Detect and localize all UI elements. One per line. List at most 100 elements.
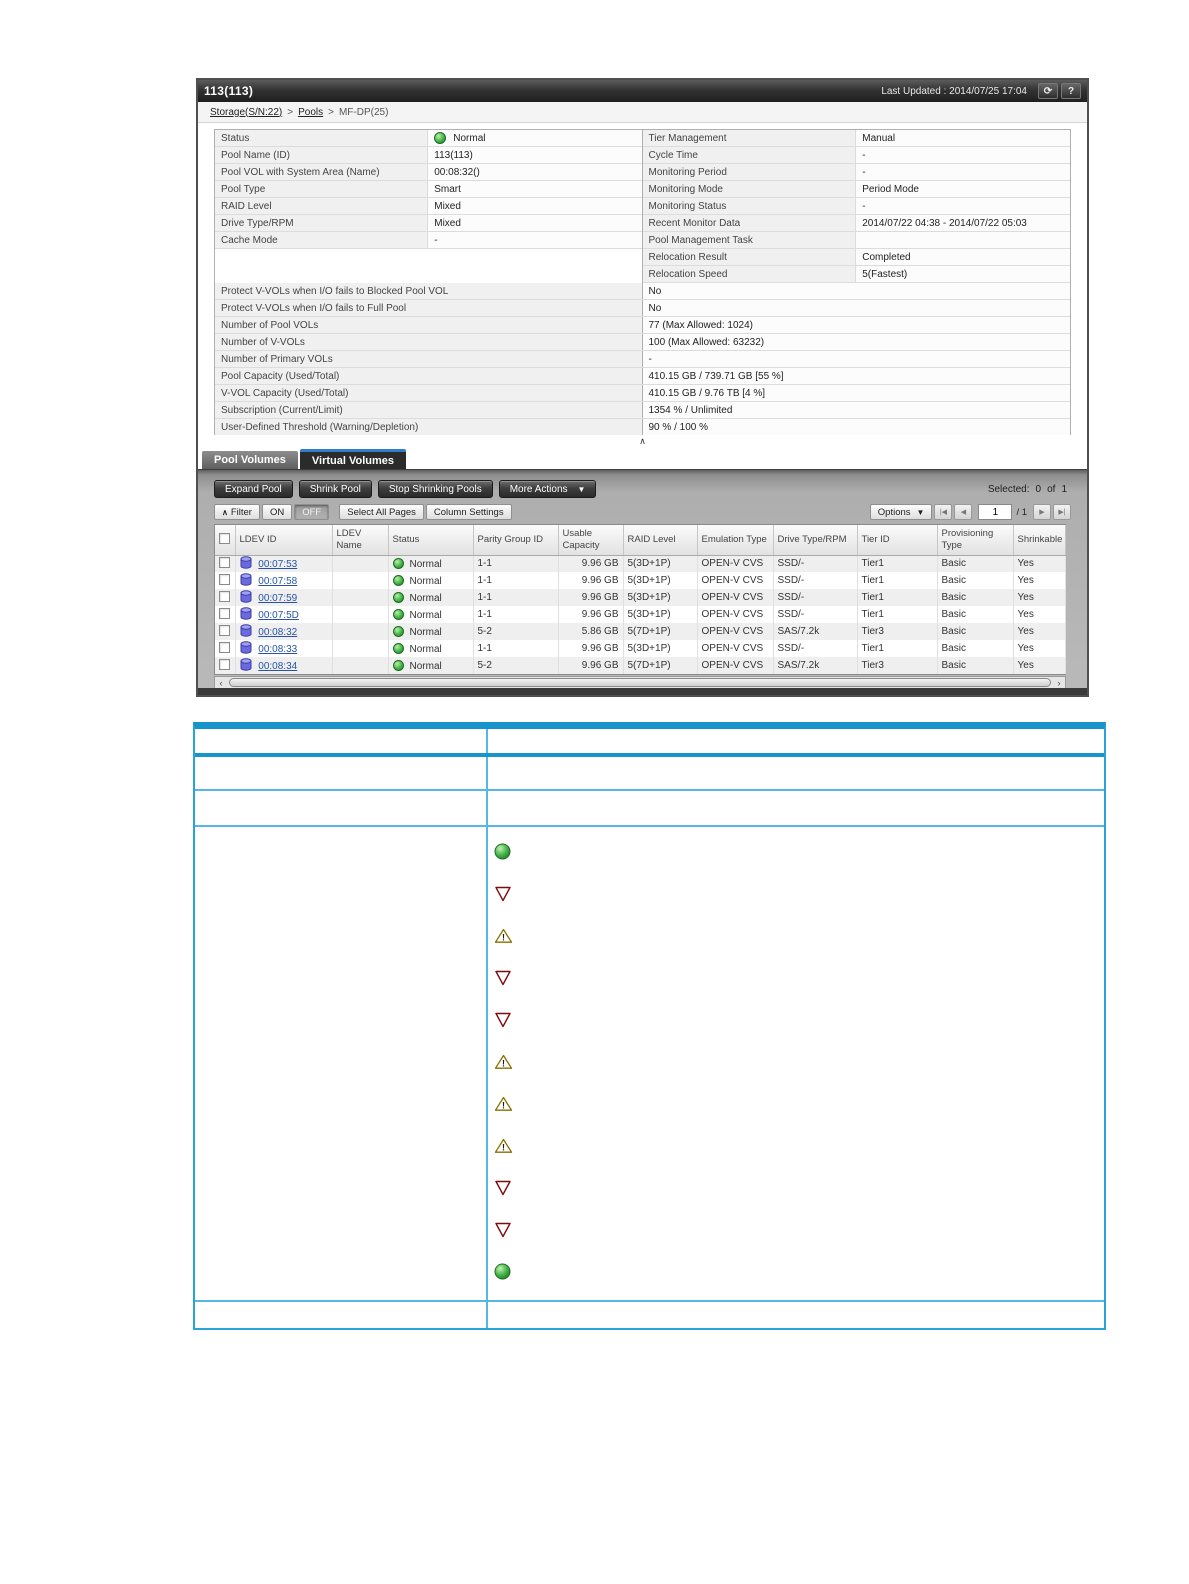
scroll-right-icon[interactable]: › bbox=[1053, 677, 1065, 688]
property-value: 2014/07/22 04:38 - 2014/07/22 05:03 bbox=[856, 215, 1070, 231]
ldev-id-link[interactable]: 00:08:32 bbox=[258, 627, 297, 638]
refresh-icon[interactable]: ⟳ bbox=[1038, 83, 1058, 99]
volume-icon bbox=[240, 640, 252, 657]
ldev-id-cell: 00:08:33 bbox=[235, 640, 333, 657]
legend-cell-right bbox=[488, 757, 1104, 789]
property-value bbox=[856, 232, 1070, 248]
status-normal-icon bbox=[392, 625, 404, 637]
property-value: Smart bbox=[428, 181, 642, 197]
filter-button[interactable]: ∧ Filter bbox=[214, 504, 260, 520]
ldev-id-link[interactable]: 00:08:34 bbox=[258, 661, 297, 672]
ldev-id-link[interactable]: 00:07:58 bbox=[258, 576, 297, 587]
row-checkbox-cell bbox=[215, 623, 236, 640]
ldev-id-link[interactable]: 00:07:5D bbox=[258, 610, 299, 621]
ldev-name-cell bbox=[332, 589, 389, 606]
status-normal-icon bbox=[392, 642, 404, 654]
filter-on-button[interactable]: ON bbox=[261, 504, 293, 520]
filter-off-button[interactable]: OFF bbox=[294, 504, 330, 520]
ldev-id-link[interactable]: 00:08:33 bbox=[258, 644, 297, 655]
property-label: Status bbox=[215, 130, 429, 146]
status-icon: ! ! bbox=[494, 885, 1104, 902]
emulation-type-cell: OPEN-V CVS bbox=[697, 572, 774, 589]
property-value: Normal bbox=[428, 130, 642, 146]
property-label: Pool Capacity (Used/Total) bbox=[215, 368, 643, 384]
tier-id-cell: Tier1 bbox=[857, 572, 938, 589]
window-bottom-edge bbox=[198, 688, 1087, 695]
error-status-icon: ! bbox=[495, 970, 511, 985]
select-all-pages-button[interactable]: Select All Pages bbox=[339, 504, 424, 520]
row-checkbox[interactable] bbox=[219, 624, 230, 636]
shrinkable-cell: Yes bbox=[1013, 606, 1066, 623]
row-checkbox[interactable] bbox=[219, 607, 230, 619]
property-label: Recent Monitor Data bbox=[642, 215, 857, 231]
ldev-id-link[interactable]: 00:07:59 bbox=[258, 593, 297, 604]
status-cell: Normal bbox=[388, 572, 474, 589]
row-checkbox[interactable] bbox=[219, 556, 230, 568]
property-value-text: 410.15 GB / 9.76 TB [4 %] bbox=[648, 387, 766, 399]
last-page-icon[interactable]: ▶| bbox=[1053, 504, 1071, 520]
ldev-id-cell: 00:07:58 bbox=[235, 572, 333, 589]
tier-id-cell: Tier1 bbox=[857, 606, 938, 623]
more-actions-button[interactable]: More Actions ▼ bbox=[498, 480, 597, 498]
property-value-text: 2014/07/22 04:38 - 2014/07/22 05:03 bbox=[862, 217, 1027, 229]
breadcrumb-separator: > bbox=[328, 106, 334, 118]
parity-group-cell: 1-1 bbox=[473, 572, 559, 589]
property-label: Protect V-VOLs when I/O fails to Full Po… bbox=[215, 300, 643, 316]
property-row: Subscription (Current/Limit) 1354 % / Un… bbox=[215, 402, 1070, 419]
volume-icon bbox=[240, 623, 252, 640]
chevron-down-icon: ▼ bbox=[577, 484, 586, 494]
previous-page-icon[interactable]: ◀ bbox=[954, 504, 973, 520]
status-normal-icon bbox=[392, 557, 404, 569]
property-value: 90 % / 100 % bbox=[642, 419, 1070, 435]
select-all-checkbox[interactable] bbox=[219, 532, 230, 544]
selection-summary: Selected: 0 of 1 bbox=[988, 484, 1067, 495]
pool-properties-panel: Status Normal Pool Name (ID) 113(113) Po… bbox=[198, 123, 1087, 437]
property-value: 410.15 GB / 739.71 GB [55 %] bbox=[642, 368, 1070, 384]
row-checkbox[interactable] bbox=[219, 641, 230, 653]
row-checkbox[interactable] bbox=[219, 658, 230, 670]
ldev-id-link[interactable]: 00:07:53 bbox=[258, 559, 297, 570]
tab-pool-volumes[interactable]: Pool Volumes bbox=[202, 451, 298, 469]
scroll-left-icon[interactable]: ‹ bbox=[215, 677, 227, 688]
provisioning-type-cell: Basic bbox=[937, 572, 1014, 589]
property-row: Pool Capacity (Used/Total) 410.15 GB / 7… bbox=[215, 368, 1070, 385]
row-checkbox[interactable] bbox=[219, 590, 230, 602]
provisioning-type-cell: Basic bbox=[937, 640, 1014, 657]
stop-shrinking-pools-button[interactable]: Stop Shrinking Pools bbox=[377, 480, 493, 498]
breadcrumb-storage-link[interactable]: Storage(S/N:22) bbox=[210, 107, 282, 118]
first-page-icon[interactable]: |◀ bbox=[934, 504, 953, 520]
breadcrumb-pools-link[interactable]: Pools bbox=[298, 107, 323, 118]
expand-pool-button[interactable]: Expand Pool bbox=[214, 480, 293, 498]
ldev-name-cell bbox=[332, 555, 389, 572]
property-value: Completed bbox=[856, 249, 1070, 265]
column-settings-button[interactable]: Column Settings bbox=[425, 504, 512, 520]
help-icon[interactable]: ? bbox=[1061, 83, 1081, 99]
chevron-up-icon: ∧ bbox=[222, 507, 228, 517]
page-number-input[interactable] bbox=[978, 504, 1013, 520]
options-button[interactable]: Options ▼ bbox=[869, 504, 933, 520]
raid-level-cell: 5(3D+1P) bbox=[623, 606, 698, 623]
status-cell: Normal bbox=[388, 623, 474, 640]
next-page-icon[interactable]: ▶ bbox=[1033, 504, 1051, 520]
status-icon: ! ! bbox=[494, 1095, 1104, 1112]
property-value: 410.15 GB / 9.76 TB [4 %] bbox=[642, 385, 1070, 401]
shrink-pool-button[interactable]: Shrink Pool bbox=[298, 480, 372, 498]
ldev-name-cell bbox=[332, 640, 389, 657]
status-text: Normal bbox=[409, 609, 442, 621]
row-checkbox[interactable] bbox=[219, 573, 230, 585]
property-value: No bbox=[642, 300, 1070, 316]
scrollbar-thumb[interactable] bbox=[229, 678, 1051, 687]
ldev-name-cell bbox=[332, 606, 389, 623]
property-row: Protect V-VOLs when I/O fails to Full Po… bbox=[215, 300, 1070, 317]
status-text: Normal bbox=[409, 558, 442, 570]
provisioning-type-cell: Basic bbox=[937, 589, 1014, 606]
collapse-panel-icon[interactable]: ∧ bbox=[639, 437, 646, 446]
parity-group-cell: 1-1 bbox=[473, 555, 559, 572]
drive-type-cell: SSD/- bbox=[773, 640, 858, 657]
property-row: V-VOL Capacity (Used/Total) 410.15 GB / … bbox=[215, 385, 1070, 402]
property-value-text: - bbox=[862, 166, 866, 178]
svg-text:!: ! bbox=[501, 1223, 504, 1234]
tab-virtual-volumes[interactable]: Virtual Volumes bbox=[299, 449, 407, 469]
emulation-type-cell: OPEN-V CVS bbox=[697, 640, 774, 657]
emulation-type-cell: OPEN-V CVS bbox=[697, 606, 774, 623]
